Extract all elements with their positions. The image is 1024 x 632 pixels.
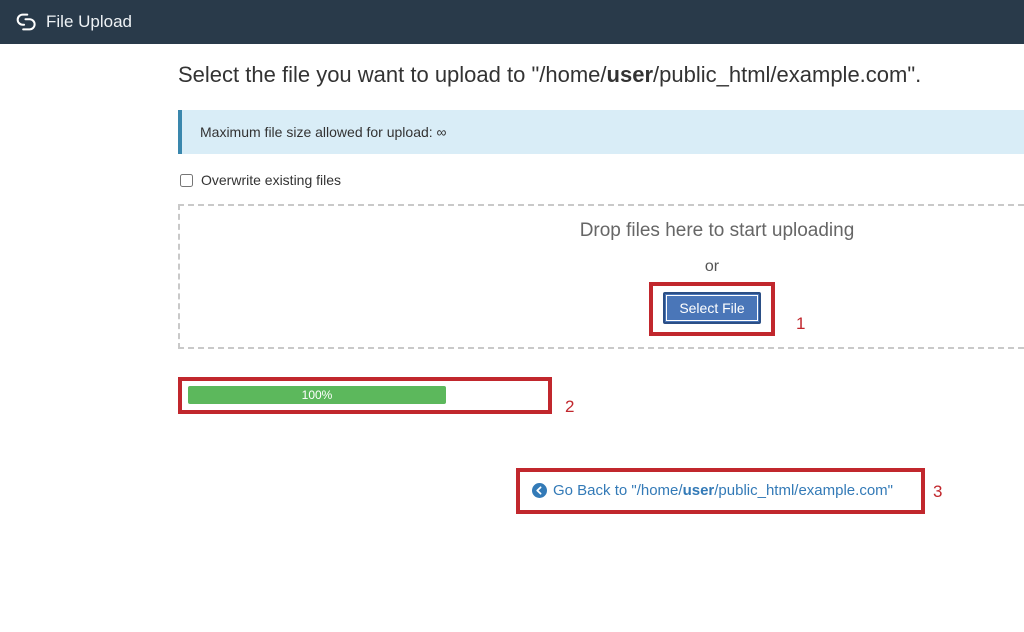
heading-prefix: Select the file you want to upload to "/… bbox=[178, 62, 607, 87]
overwrite-label: Overwrite existing files bbox=[201, 172, 341, 188]
annotation-box-3: Go Back to "/home/user/public_html/examp… bbox=[516, 468, 925, 514]
header-title: File Upload bbox=[46, 12, 132, 32]
upload-progress-bar: 100% bbox=[188, 386, 446, 404]
page-heading: Select the file you want to upload to "/… bbox=[178, 62, 1024, 88]
overwrite-row[interactable]: Overwrite existing files bbox=[178, 172, 1024, 188]
max-filesize-info: Maximum file size allowed for upload: ∞ bbox=[178, 110, 1024, 154]
go-back-link[interactable]: Go Back to "/home/user/public_html/examp… bbox=[532, 482, 893, 499]
back-user: user bbox=[683, 482, 715, 499]
heading-suffix: /public_html/example.com". bbox=[653, 62, 921, 87]
info-text: Maximum file size allowed for upload: ∞ bbox=[200, 124, 447, 140]
app-header: File Upload bbox=[0, 0, 1024, 44]
heading-user: user bbox=[607, 62, 653, 87]
overwrite-checkbox[interactable] bbox=[180, 174, 193, 187]
back-prefix: Go Back to "/home/ bbox=[553, 482, 683, 499]
select-file-button[interactable]: Select File bbox=[663, 292, 760, 324]
annotation-label-1: 1 bbox=[796, 314, 805, 334]
annotation-box-2: 100% bbox=[178, 377, 552, 414]
back-suffix: /public_html/example.com" bbox=[714, 482, 893, 499]
progress-area: 100% bbox=[178, 377, 1024, 414]
cpanel-logo-icon bbox=[14, 11, 36, 33]
annotation-label-2: 2 bbox=[565, 397, 574, 417]
footer-area: Go Back to "/home/user/public_html/examp… bbox=[178, 468, 1024, 514]
drop-text: Drop files here to start uploading bbox=[350, 220, 855, 242]
or-text: or bbox=[485, 258, 719, 276]
file-dropzone[interactable]: Drop files here to start uploading or Se… bbox=[178, 204, 1024, 349]
annotation-label-3: 3 bbox=[933, 482, 942, 502]
arrow-left-circle-icon bbox=[532, 483, 547, 498]
annotation-box-1: Select File bbox=[649, 282, 774, 336]
main-content: Select the file you want to upload to "/… bbox=[0, 44, 1024, 514]
